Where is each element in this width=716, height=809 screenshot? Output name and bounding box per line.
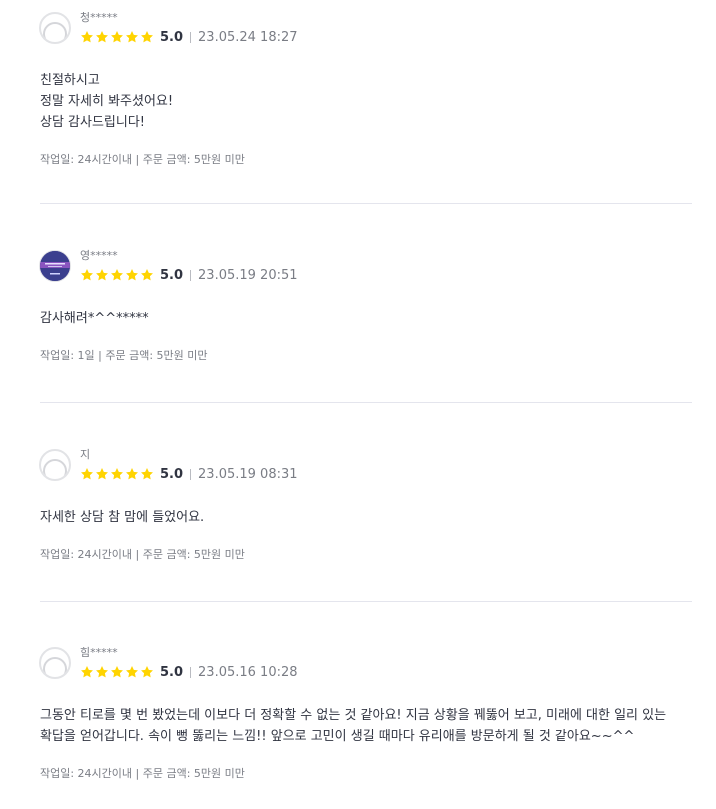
default-avatar-icon (39, 449, 71, 481)
divider (40, 601, 692, 602)
review-date: 23.05.24 18:27 (198, 29, 298, 45)
review-date: 23.05.19 08:31 (198, 466, 298, 482)
star-rating (80, 467, 154, 481)
star-icon (126, 666, 138, 678)
review-item: 힘***** 5.0 23.05.16 10:28 그동안 티로를 몇 번 봤었… (39, 643, 692, 781)
review-content: 그동안 티로를 몇 번 봤었는데 이보다 더 정확할 수 없는 것 같아요! 지… (40, 708, 667, 744)
star-icon (81, 31, 93, 43)
star-icon (126, 468, 138, 480)
review-meta: 작업일: 24시간이내 | 주문 금액: 5만원 미만 (40, 767, 245, 780)
default-avatar-icon (39, 12, 71, 44)
review-content: 친절하시고 정말 자세히 봐주셨어요! 상담 감사드립니다! (40, 73, 174, 130)
reviewer-nickname: 힘***** (80, 646, 118, 659)
review-meta: 작업일: 24시간이내 | 주문 금액: 5만원 미만 (40, 153, 245, 166)
star-icon (96, 269, 108, 281)
rating-score: 5.0 (160, 267, 184, 283)
review-meta: 작업일: 24시간이내 | 주문 금액: 5만원 미만 (40, 548, 245, 561)
review-date: 23.05.19 20:51 (198, 267, 298, 283)
star-icon (81, 666, 93, 678)
divider (40, 402, 692, 403)
star-icon (96, 468, 108, 480)
star-icon (111, 666, 123, 678)
separator (190, 468, 192, 480)
rating-score: 5.0 (160, 29, 184, 45)
review-header: 지 5.0 23.05.19 08:31 (39, 445, 692, 485)
review-date: 23.05.16 10:28 (198, 664, 298, 680)
star-icon (81, 468, 93, 480)
star-icon (81, 269, 93, 281)
star-icon (96, 31, 108, 43)
star-rating (80, 268, 154, 282)
star-rating (80, 665, 154, 679)
divider (40, 203, 692, 204)
star-icon (126, 269, 138, 281)
review-meta: 작업일: 1일 | 주문 금액: 5만원 미만 (40, 349, 208, 362)
star-icon (141, 269, 153, 281)
review-item: 지 5.0 23.05.19 08:31 자세한 상담 참 맘에 들었어요. 작… (39, 445, 692, 562)
separator (190, 269, 192, 281)
star-icon (126, 31, 138, 43)
review-header: 영***** 5.0 23.05.19 20:51 (39, 246, 692, 286)
reviewer-nickname: 청***** (80, 11, 118, 24)
separator (190, 31, 192, 43)
profile-photo (39, 250, 71, 282)
star-icon (96, 666, 108, 678)
review-content: 감사해려*^^***** (40, 311, 149, 326)
review-item: 청***** 5.0 23.05.24 18:27 친절하시고 정말 자세히 봐… (39, 8, 692, 167)
star-icon (111, 468, 123, 480)
star-rating (80, 30, 154, 44)
star-icon (111, 269, 123, 281)
review-content: 자세한 상담 참 맘에 들었어요. (40, 510, 205, 525)
default-avatar-icon (39, 647, 71, 679)
star-icon (141, 666, 153, 678)
star-icon (111, 31, 123, 43)
separator (190, 666, 192, 678)
rating-score: 5.0 (160, 466, 184, 482)
reviewer-nickname: 지 (80, 448, 91, 461)
star-icon (141, 31, 153, 43)
review-header: 힘***** 5.0 23.05.16 10:28 (39, 643, 692, 683)
reviewer-nickname: 영***** (80, 249, 118, 262)
rating-score: 5.0 (160, 664, 184, 680)
review-header: 청***** 5.0 23.05.24 18:27 (39, 8, 692, 48)
star-icon (141, 468, 153, 480)
review-item: 영***** 5.0 23.05.19 20:51 감사해려*^^***** 작… (39, 246, 692, 363)
